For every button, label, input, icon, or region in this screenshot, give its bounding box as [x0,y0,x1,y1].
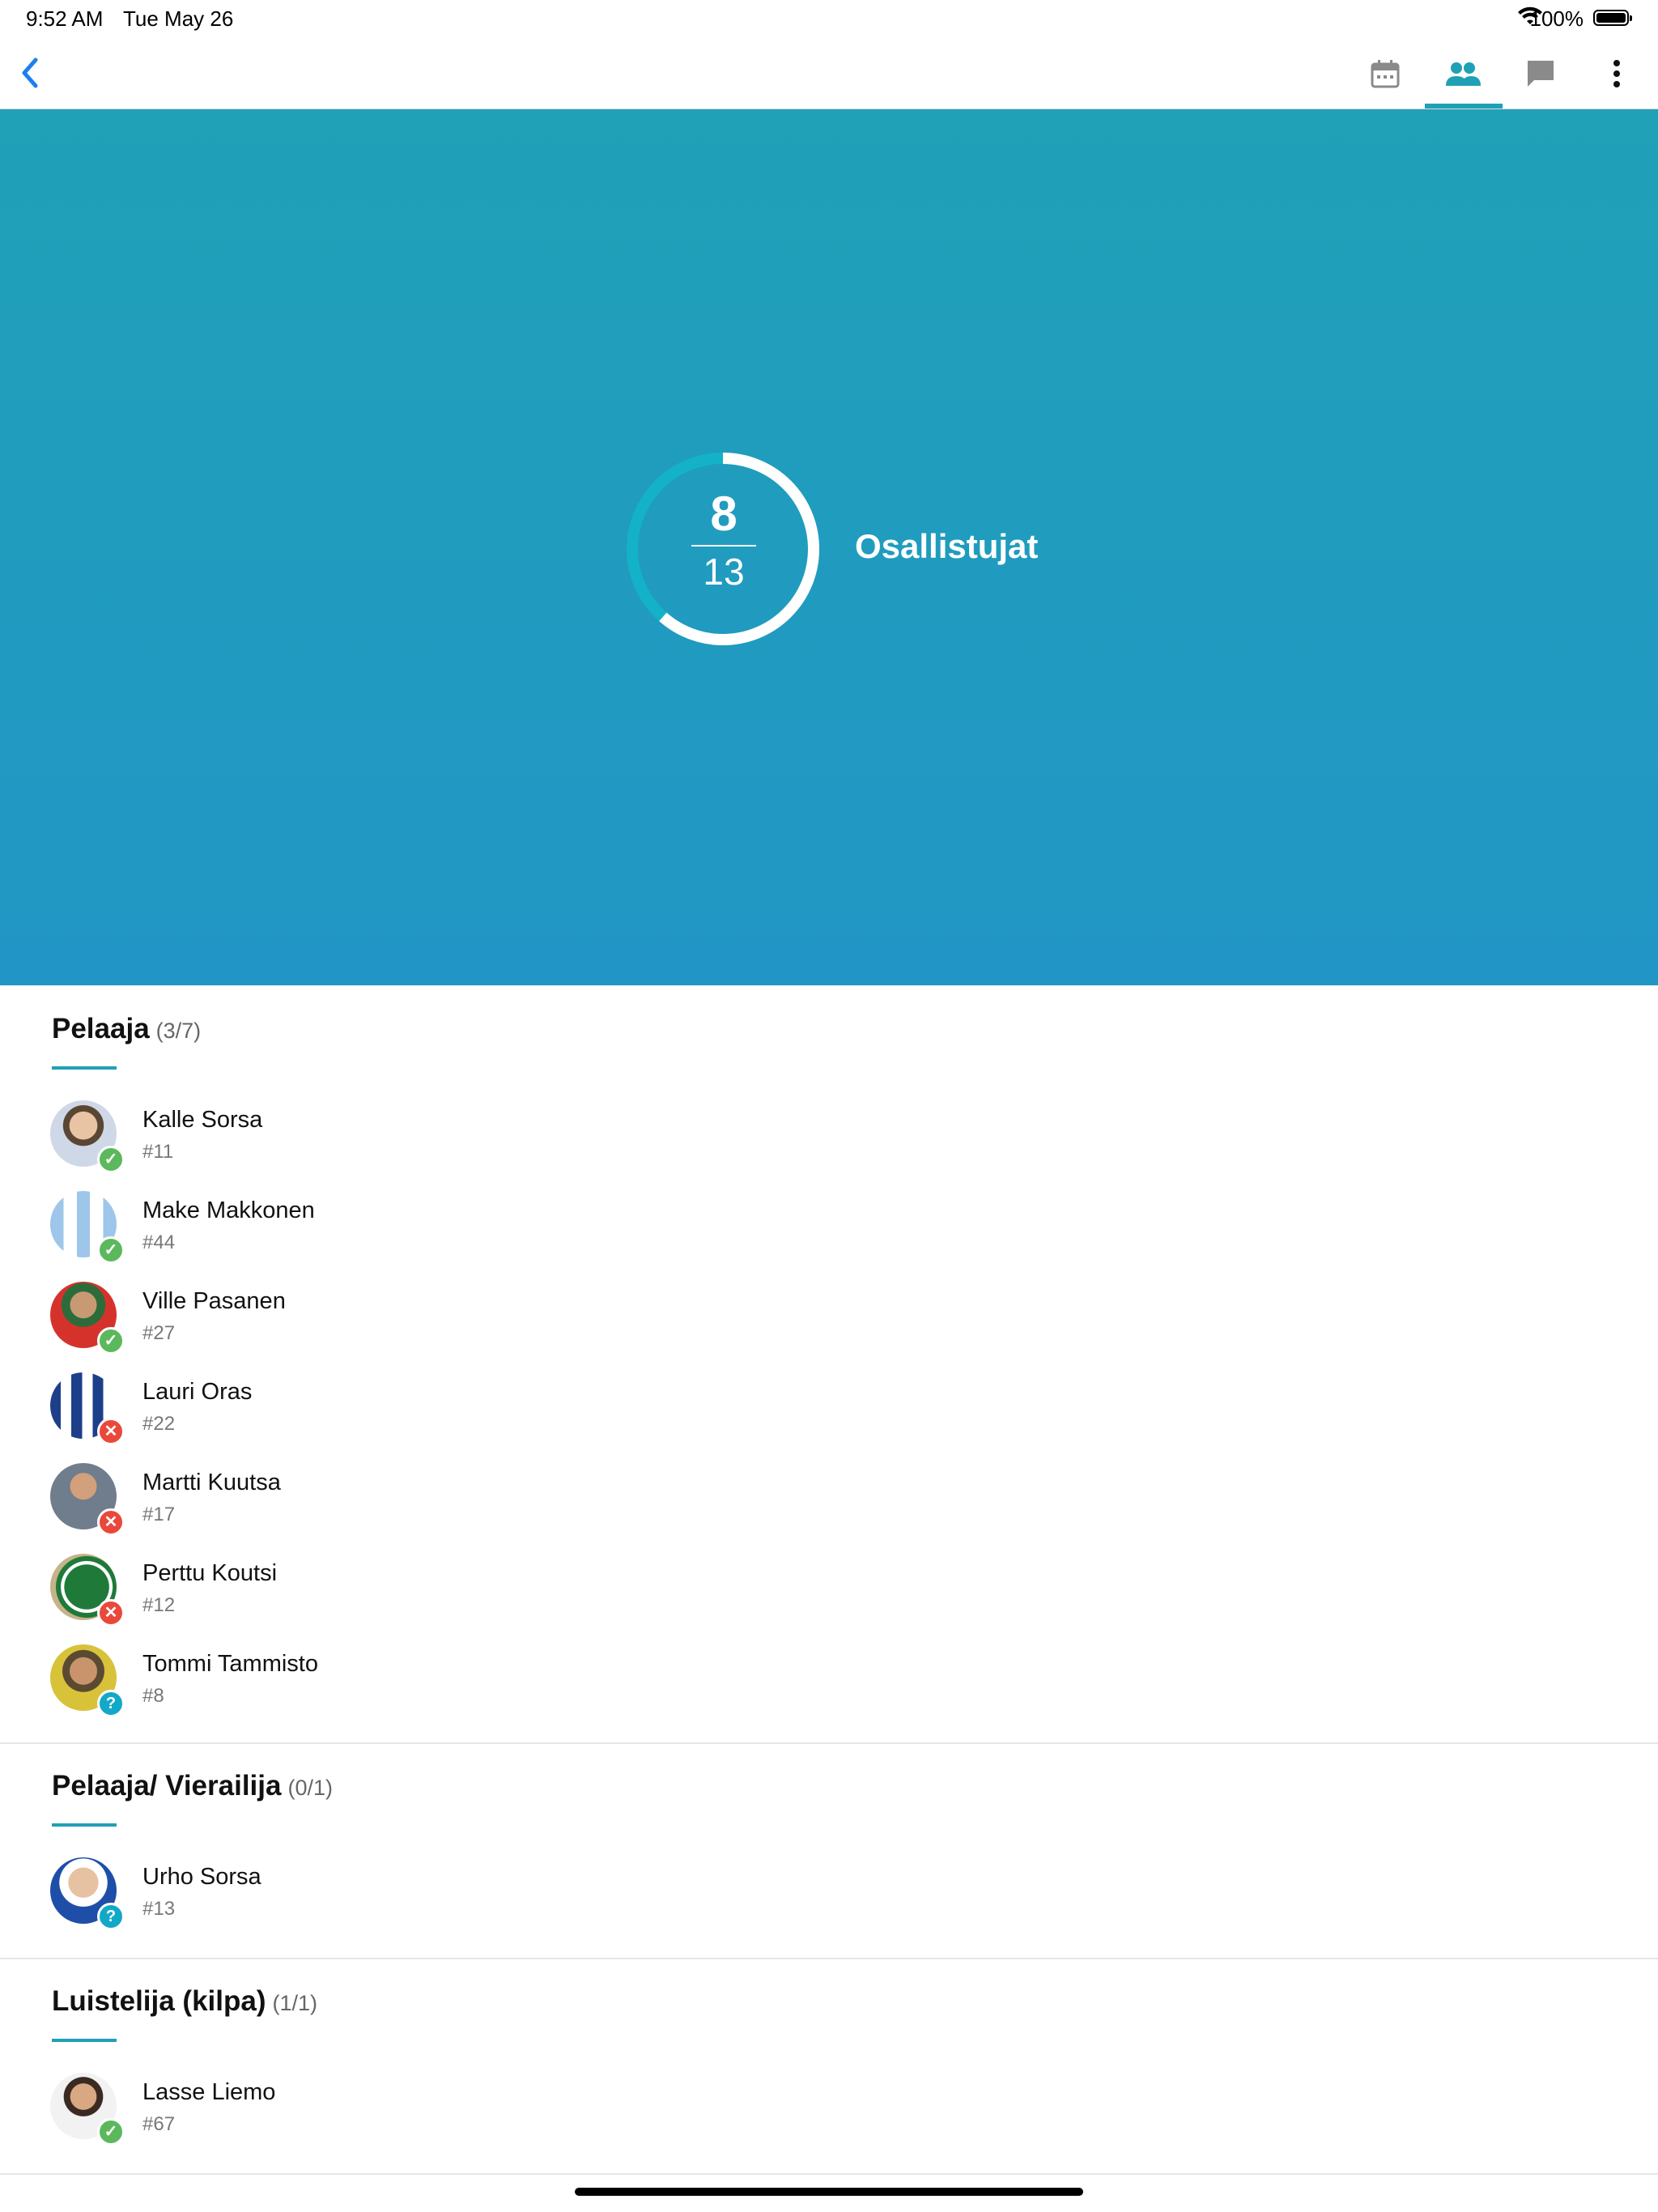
member-row[interactable]: ✓ Kalle Sorsa #11 [0,1100,1658,1191]
section-underline [52,1823,117,1827]
status-check-icon: ✓ [97,1236,125,1264]
member-number: #13 [142,1898,176,1920]
status-question-icon: ? [97,1903,125,1930]
attending-count: 8 [710,487,738,541]
status-cross-icon: ✕ [97,1418,125,1445]
top-toolbar [0,39,1658,109]
member-name: Make Makkonen [142,1197,315,1223]
member-name: Perttu Koutsi [142,1560,278,1586]
status-date: Tue May 26 [123,6,234,31]
status-check-icon: ✓ [97,2118,125,2146]
section-title: Luistelija (kilpa) (1/1) [52,1985,318,2017]
member-name: Martti Kuutsa [142,1470,281,1495]
more-vertical-icon [1613,60,1620,87]
fraction-line [691,545,756,547]
status-bar: 9:52 AM Tue May 26 100% [0,0,1658,39]
status-question-icon: ? [97,1690,125,1717]
member-name: Ville Pasanen [142,1288,286,1314]
member-number: #27 [142,1322,176,1344]
calendar-tab[interactable] [1357,45,1414,102]
total-count: 13 [703,551,745,593]
status-time: 9:52 AM [26,6,104,31]
member-number: #67 [142,2113,176,2135]
member-name: Lauri Oras [142,1379,253,1405]
member-row[interactable]: ? Tommi Tammisto #8 [0,1644,1658,1735]
people-icon [1446,62,1481,86]
member-row[interactable]: ✓ Make Makkonen #44 [0,1191,1658,1282]
member-name: Urho Sorsa [142,1864,261,1890]
attendance-summary: 8 13 Osallistujat [0,109,1658,985]
member-number: #8 [142,1685,164,1707]
member-row[interactable]: ✕ Perttu Koutsi #12 [0,1554,1658,1644]
member-number: #12 [142,1594,176,1616]
section-divider [0,1742,1658,1744]
member-row[interactable]: ✕ Martti Kuutsa #17 [0,1463,1658,1554]
member-name: Lasse Liemo [142,2079,276,2105]
member-row[interactable]: ? Urho Sorsa #13 [0,1857,1658,1948]
home-indicator [575,2188,1083,2196]
status-cross-icon: ✕ [97,1599,125,1627]
status-cross-icon: ✕ [97,1508,125,1536]
member-row[interactable]: ✕ Lauri Oras #22 [0,1372,1658,1463]
participants-label: Osallistujat [855,527,1039,565]
section-divider [0,1958,1658,1959]
back-button[interactable] [11,50,50,96]
member-name: Kalle Sorsa [142,1107,263,1133]
battery-percent: 100% [1529,6,1584,31]
member-number: #44 [142,1231,176,1253]
chevron-left-icon [22,57,38,88]
section-title: Pelaaja (3/7) [52,1013,202,1044]
section-count: (0/1) [287,1776,333,1800]
chat-tab[interactable] [1512,45,1569,102]
more-button[interactable] [1588,45,1645,102]
member-row[interactable]: ✓ Ville Pasanen #27 [0,1282,1658,1372]
member-number: #17 [142,1504,176,1525]
section-divider [0,2173,1658,2175]
chat-icon [1528,61,1554,87]
active-tab-indicator [1425,104,1503,108]
section-count: (1/1) [272,1991,318,2015]
attendance-ring [627,453,819,645]
section-underline [52,2039,117,2042]
section-title: Pelaaja/ Vierailija (0/1) [52,1770,333,1802]
calendar-icon [1371,60,1400,88]
section-count: (3/7) [155,1019,202,1043]
member-row[interactable]: ✓ Lasse Liemo #67 [0,2073,1658,2163]
member-name: Tommi Tammisto [142,1651,318,1677]
status-check-icon: ✓ [97,1146,125,1173]
member-number: #11 [142,1141,174,1163]
section-underline [52,1066,117,1070]
participants-tab[interactable] [1435,45,1491,102]
member-number: #22 [142,1413,176,1435]
battery-icon [1593,10,1632,26]
status-check-icon: ✓ [97,1327,125,1355]
